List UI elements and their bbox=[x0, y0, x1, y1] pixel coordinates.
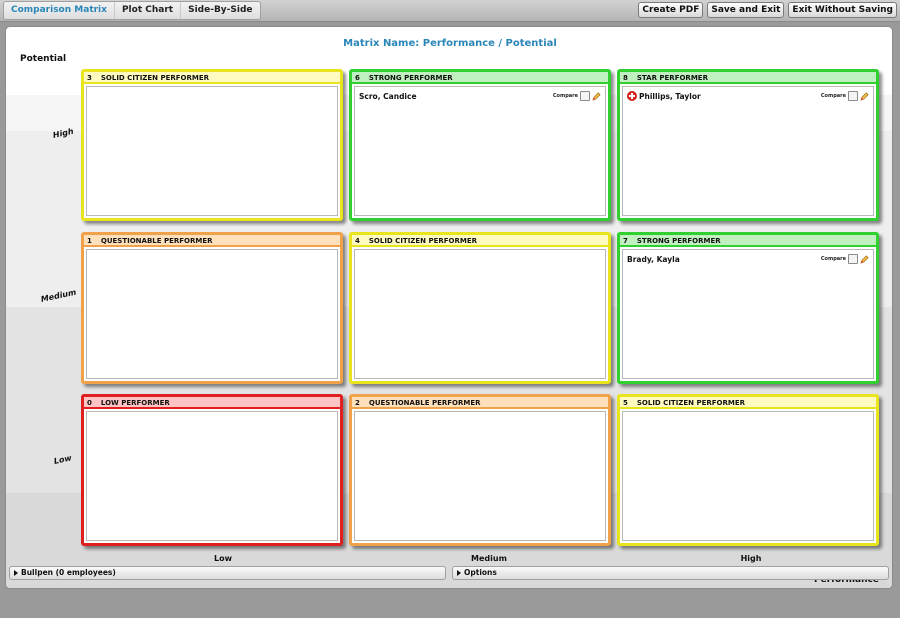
box-title: SOLID CITIZEN PERFORMER bbox=[636, 399, 746, 407]
view-tabs: Comparison Matrix Plot Chart Side-By-Sid… bbox=[3, 1, 261, 20]
box-header: 4 SOLID CITIZEN PERFORMER bbox=[352, 235, 608, 247]
box-body bbox=[622, 411, 874, 541]
box-number: 6 bbox=[355, 74, 360, 82]
x-label-medium: Medium bbox=[471, 554, 507, 563]
pencil-icon[interactable] bbox=[860, 91, 869, 101]
box-title: QUESTIONABLE PERFORMER bbox=[368, 399, 481, 407]
employee-card[interactable]: Phillips, Taylor Compare bbox=[627, 90, 869, 102]
x-label-high: High bbox=[740, 554, 762, 563]
toolbar: Comparison Matrix Plot Chart Side-By-Sid… bbox=[0, 0, 900, 22]
compare-label: Compare bbox=[552, 93, 578, 99]
pencil-icon[interactable] bbox=[592, 91, 601, 101]
create-pdf-button[interactable]: Create PDF bbox=[638, 2, 704, 18]
box-number: 5 bbox=[623, 399, 628, 407]
matrix-box-1[interactable]: 1 QUESTIONABLE PERFORMER bbox=[81, 232, 343, 384]
employee-card[interactable]: Scro, Candice Compare bbox=[359, 90, 601, 102]
employee-card[interactable]: Brady, Kayla Compare bbox=[627, 253, 869, 265]
bullpen-bar[interactable]: Bullpen (0 employees) bbox=[9, 566, 446, 580]
matrix-box-3[interactable]: 3 SOLID CITIZEN PERFORMER bbox=[81, 69, 343, 221]
box-number: 8 bbox=[623, 74, 628, 82]
box-title: SOLID CITIZEN PERFORMER bbox=[368, 237, 478, 245]
box-number: 3 bbox=[87, 74, 92, 82]
box-body: Phillips, Taylor Compare bbox=[622, 86, 874, 216]
box-body bbox=[354, 249, 606, 379]
box-title: STRONG PERFORMER bbox=[368, 74, 453, 82]
tab-comparison-matrix[interactable]: Comparison Matrix bbox=[4, 2, 115, 19]
box-header: 2 QUESTIONABLE PERFORMER bbox=[352, 397, 608, 409]
expand-triangle-icon bbox=[457, 570, 461, 576]
box-header: 7 STRONG PERFORMER bbox=[620, 235, 876, 247]
box-body bbox=[86, 249, 338, 379]
matrix-box-6[interactable]: 6 STRONG PERFORMER Scro, Candice Compare bbox=[349, 69, 611, 221]
box-number: 4 bbox=[355, 237, 360, 245]
box-header: 5 SOLID CITIZEN PERFORMER bbox=[620, 397, 876, 409]
employee-name[interactable]: Phillips, Taylor bbox=[639, 92, 701, 101]
compare-checkbox[interactable] bbox=[580, 91, 590, 101]
employee-name[interactable]: Scro, Candice bbox=[359, 92, 417, 101]
matrix-box-8[interactable]: 8 STAR PERFORMER Phillips, Taylor Compar… bbox=[617, 69, 879, 221]
matrix-box-5[interactable]: 5 SOLID CITIZEN PERFORMER bbox=[617, 394, 879, 546]
box-title: STRONG PERFORMER bbox=[636, 237, 721, 245]
matrix-box-7[interactable]: 7 STRONG PERFORMER Brady, Kayla Compare bbox=[617, 232, 879, 384]
matrix-box-4[interactable]: 4 SOLID CITIZEN PERFORMER bbox=[349, 232, 611, 384]
toolbar-actions: Create PDF Save and Exit Exit Without Sa… bbox=[638, 2, 897, 18]
box-header: 3 SOLID CITIZEN PERFORMER bbox=[84, 72, 340, 84]
box-header: 6 STRONG PERFORMER bbox=[352, 72, 608, 84]
expand-triangle-icon bbox=[14, 570, 18, 576]
matrix-panel: Matrix Name: Performance / Potential Pot… bbox=[5, 26, 893, 589]
box-body bbox=[86, 411, 338, 541]
matrix-box-0[interactable]: 0 LOW PERFORMER bbox=[81, 394, 343, 546]
y-axis-title: Potential bbox=[20, 54, 67, 64]
tab-plot-chart[interactable]: Plot Chart bbox=[115, 2, 182, 19]
compare-checkbox[interactable] bbox=[848, 254, 858, 264]
x-label-low: Low bbox=[214, 554, 232, 563]
box-body: Brady, Kayla Compare bbox=[622, 249, 874, 379]
options-bar[interactable]: Options bbox=[452, 566, 889, 580]
employee-name[interactable]: Brady, Kayla bbox=[627, 255, 680, 264]
box-title: QUESTIONABLE PERFORMER bbox=[100, 237, 213, 245]
box-header: 1 QUESTIONABLE PERFORMER bbox=[84, 235, 340, 247]
box-number: 1 bbox=[87, 237, 92, 245]
compare-label: Compare bbox=[820, 256, 846, 262]
box-body bbox=[354, 411, 606, 541]
tab-side-by-side[interactable]: Side-By-Side bbox=[181, 2, 259, 19]
box-body bbox=[86, 86, 338, 216]
bullpen-label: Bullpen (0 employees) bbox=[21, 568, 116, 577]
matrix-title: Matrix Name: Performance / Potential bbox=[343, 38, 557, 49]
box-number: 0 bbox=[87, 399, 92, 407]
box-header: 0 LOW PERFORMER bbox=[84, 397, 340, 409]
compare-checkbox[interactable] bbox=[848, 91, 858, 101]
box-body: Scro, Candice Compare bbox=[354, 86, 606, 216]
matrix-box-2[interactable]: 2 QUESTIONABLE PERFORMER bbox=[349, 394, 611, 546]
pencil-icon[interactable] bbox=[860, 254, 869, 264]
flag-icon bbox=[627, 91, 637, 101]
box-title: SOLID CITIZEN PERFORMER bbox=[100, 74, 210, 82]
exit-without-saving-button[interactable]: Exit Without Saving bbox=[788, 2, 897, 18]
box-number: 7 bbox=[623, 237, 628, 245]
save-and-exit-button[interactable]: Save and Exit bbox=[707, 2, 785, 18]
options-label: Options bbox=[464, 568, 497, 577]
compare-label: Compare bbox=[820, 93, 846, 99]
box-title: LOW PERFORMER bbox=[100, 399, 170, 407]
box-header: 8 STAR PERFORMER bbox=[620, 72, 876, 84]
box-number: 2 bbox=[355, 399, 360, 407]
box-title: STAR PERFORMER bbox=[636, 74, 708, 82]
